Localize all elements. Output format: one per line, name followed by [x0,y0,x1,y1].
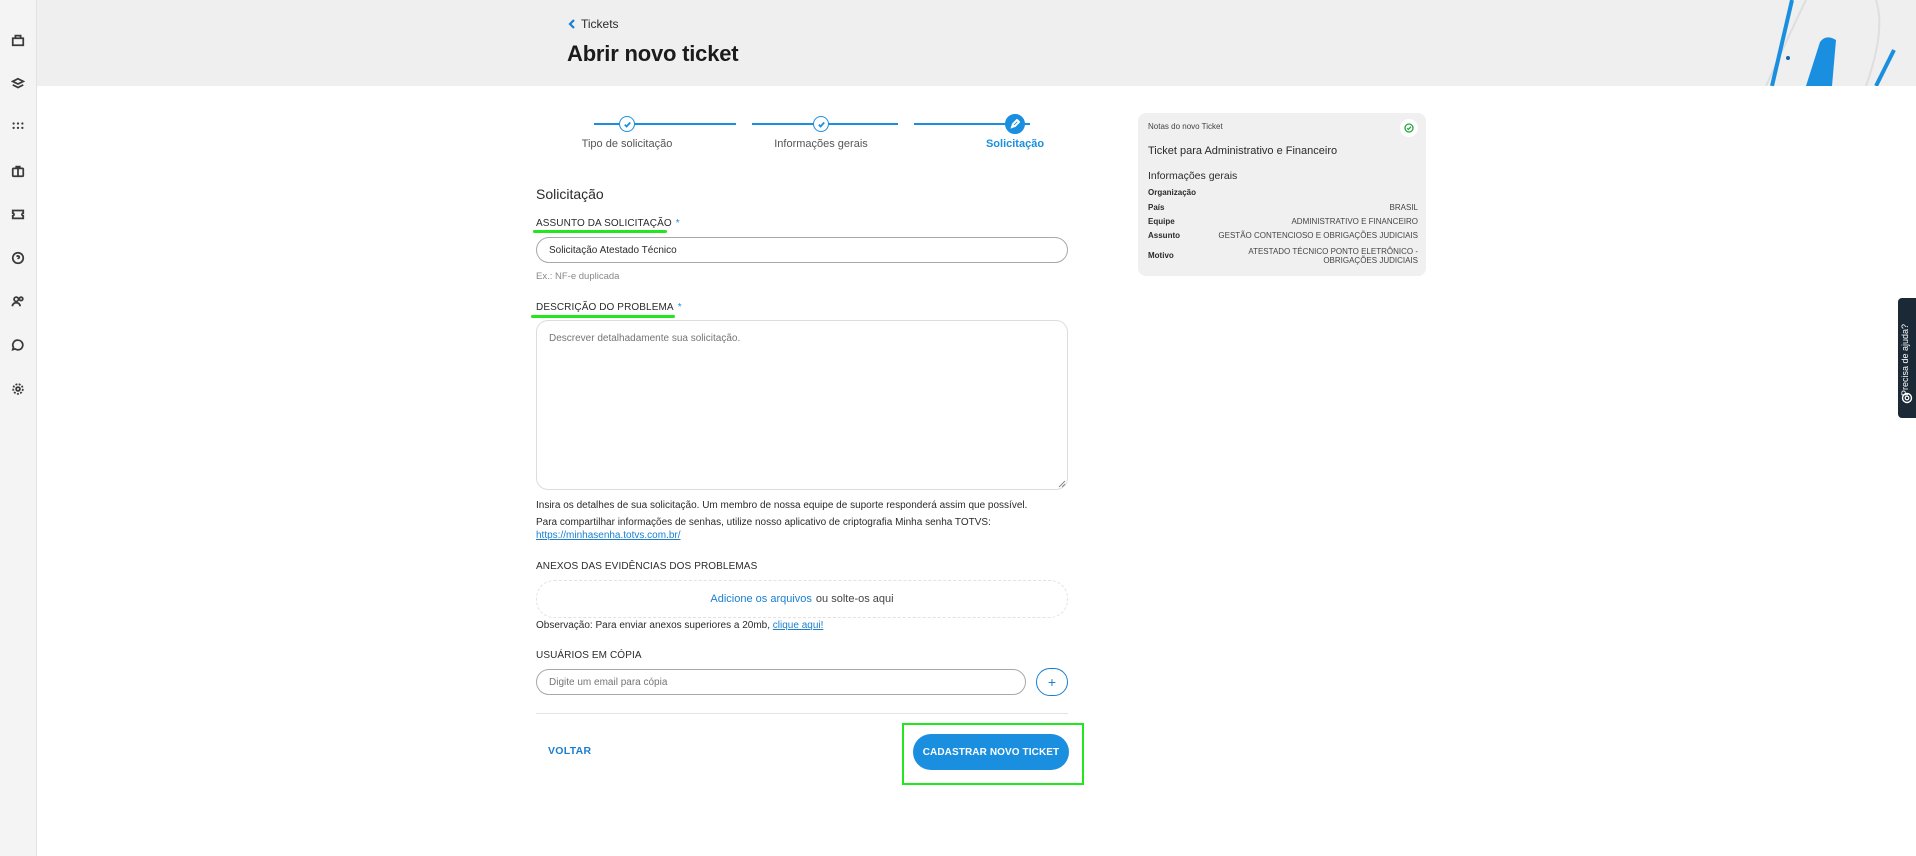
notes-row-key: País [1148,203,1165,212]
step-1-dot[interactable] [619,116,635,132]
help-circle-icon[interactable] [9,249,27,267]
ticket-notes-card: Notas do novo Ticket Ticket para Adminis… [1138,113,1426,276]
step-connector [594,123,736,125]
step-2-label[interactable]: Informações gerais [774,138,868,150]
info-text: Insira os detalhes de sua solicitação. U… [536,500,1028,511]
drop-text: ou solte-os aqui [815,593,894,605]
resize-handle-icon[interactable] [1058,480,1066,488]
chat-icon[interactable] [9,336,27,354]
password-link[interactable]: https://minhasenha.totvs.com.br/ [536,530,681,541]
add-files-link[interactable]: Adicione os arquivos [710,593,812,605]
check-icon [623,121,631,128]
divider [536,713,1068,714]
subject-helper: Ex.: NF-e duplicada [536,271,620,282]
required-mark: * [675,218,680,229]
card-section-title: Informações gerais [1148,170,1238,182]
step-3-label[interactable]: Solicitação [986,138,1044,150]
notes-row-value: ATESTADO TÉCNICO PONTO ELETRÔNICO - OBRI… [1248,247,1418,265]
notes-row-key: Assunto [1148,231,1180,240]
subject-label: ASSUNTO DA SOLICITAÇÃO * [536,218,680,229]
sidebar [0,0,37,856]
step-3-dot[interactable] [1005,114,1025,134]
notes-row-value: ADMINISTRATIVO E FINANCEIRO [1291,217,1418,226]
lifebuoy-icon [1901,392,1913,404]
layers-icon[interactable] [9,75,27,93]
users-icon[interactable] [9,292,27,310]
password-link-row: https://minhasenha.totvs.com.br/ [536,530,681,541]
password-info-text: Para compartilhar informações de senhas,… [536,517,991,528]
page-header: Tickets Abrir novo ticket [37,0,1916,86]
required-mark: * [677,302,682,313]
grid-icon[interactable] [9,118,27,136]
attachments-dropzone[interactable]: Adicione os arquivos ou solte-os aqui [536,580,1068,618]
header-decoration [1765,0,1896,86]
step-1-label[interactable]: Tipo de solicitação [582,138,673,150]
progress-stepper: Tipo de solicitação Informações gerais S… [578,114,1048,154]
attachments-note-text: Observação: Para enviar anexos superiore… [536,620,771,631]
ticket-icon[interactable] [9,205,27,223]
pencil-icon [1010,119,1020,129]
submit-ticket-button[interactable]: CADASTRAR NOVO TICKET [913,734,1069,770]
back-button[interactable]: VOLTAR [548,745,591,757]
card-title: Ticket para Administrativo e Financeiro [1148,145,1338,157]
notes-row-value: BRASIL [1389,203,1418,212]
step-2-dot[interactable] [813,116,829,132]
building-icon[interactable] [9,31,27,49]
section-title: Solicitação [536,186,604,202]
notes-row-value: GESTÃO CONTENCIOSO E OBRIGAÇÕES JUDICIAI… [1218,231,1418,240]
click-here-link[interactable]: clique aqui! [773,620,824,631]
highlight-underline [531,315,675,318]
highlight-underline [533,230,667,233]
description-label-text: DESCRIÇÃO DO PROBLEMA [536,302,674,313]
subject-input[interactable] [536,237,1068,263]
check-icon [817,121,825,128]
subject-label-text: ASSUNTO DA SOLICITAÇÃO [536,218,672,229]
description-textarea[interactable] [536,320,1068,490]
briefcase-icon[interactable] [9,162,27,180]
settings-icon[interactable] [9,380,27,398]
cc-email-input[interactable] [536,669,1026,695]
notes-row-key: Motivo [1148,251,1174,260]
chevron-left-icon [568,19,575,29]
notes-row-key: Equipe [1148,217,1175,226]
attachments-note: Observação: Para enviar anexos superiore… [536,620,823,631]
page-title: Abrir novo ticket [567,41,739,66]
attachments-label: ANEXOS DAS EVIDÊNCIAS DOS PROBLEMAS [536,561,758,572]
description-label: DESCRIÇÃO DO PROBLEMA * [536,302,682,313]
notes-row-key: Organização [1148,188,1197,197]
cc-label: USUÁRIOS EM CÓPIA [536,650,642,661]
back-link[interactable]: Tickets [567,17,619,31]
help-tab-label: Precisa de ajuda? [1900,323,1910,396]
check-circle-icon [1400,119,1418,137]
add-cc-button[interactable]: + [1036,668,1068,696]
back-link-label: Tickets [581,17,619,31]
card-header: Notas do novo Ticket [1148,122,1223,131]
